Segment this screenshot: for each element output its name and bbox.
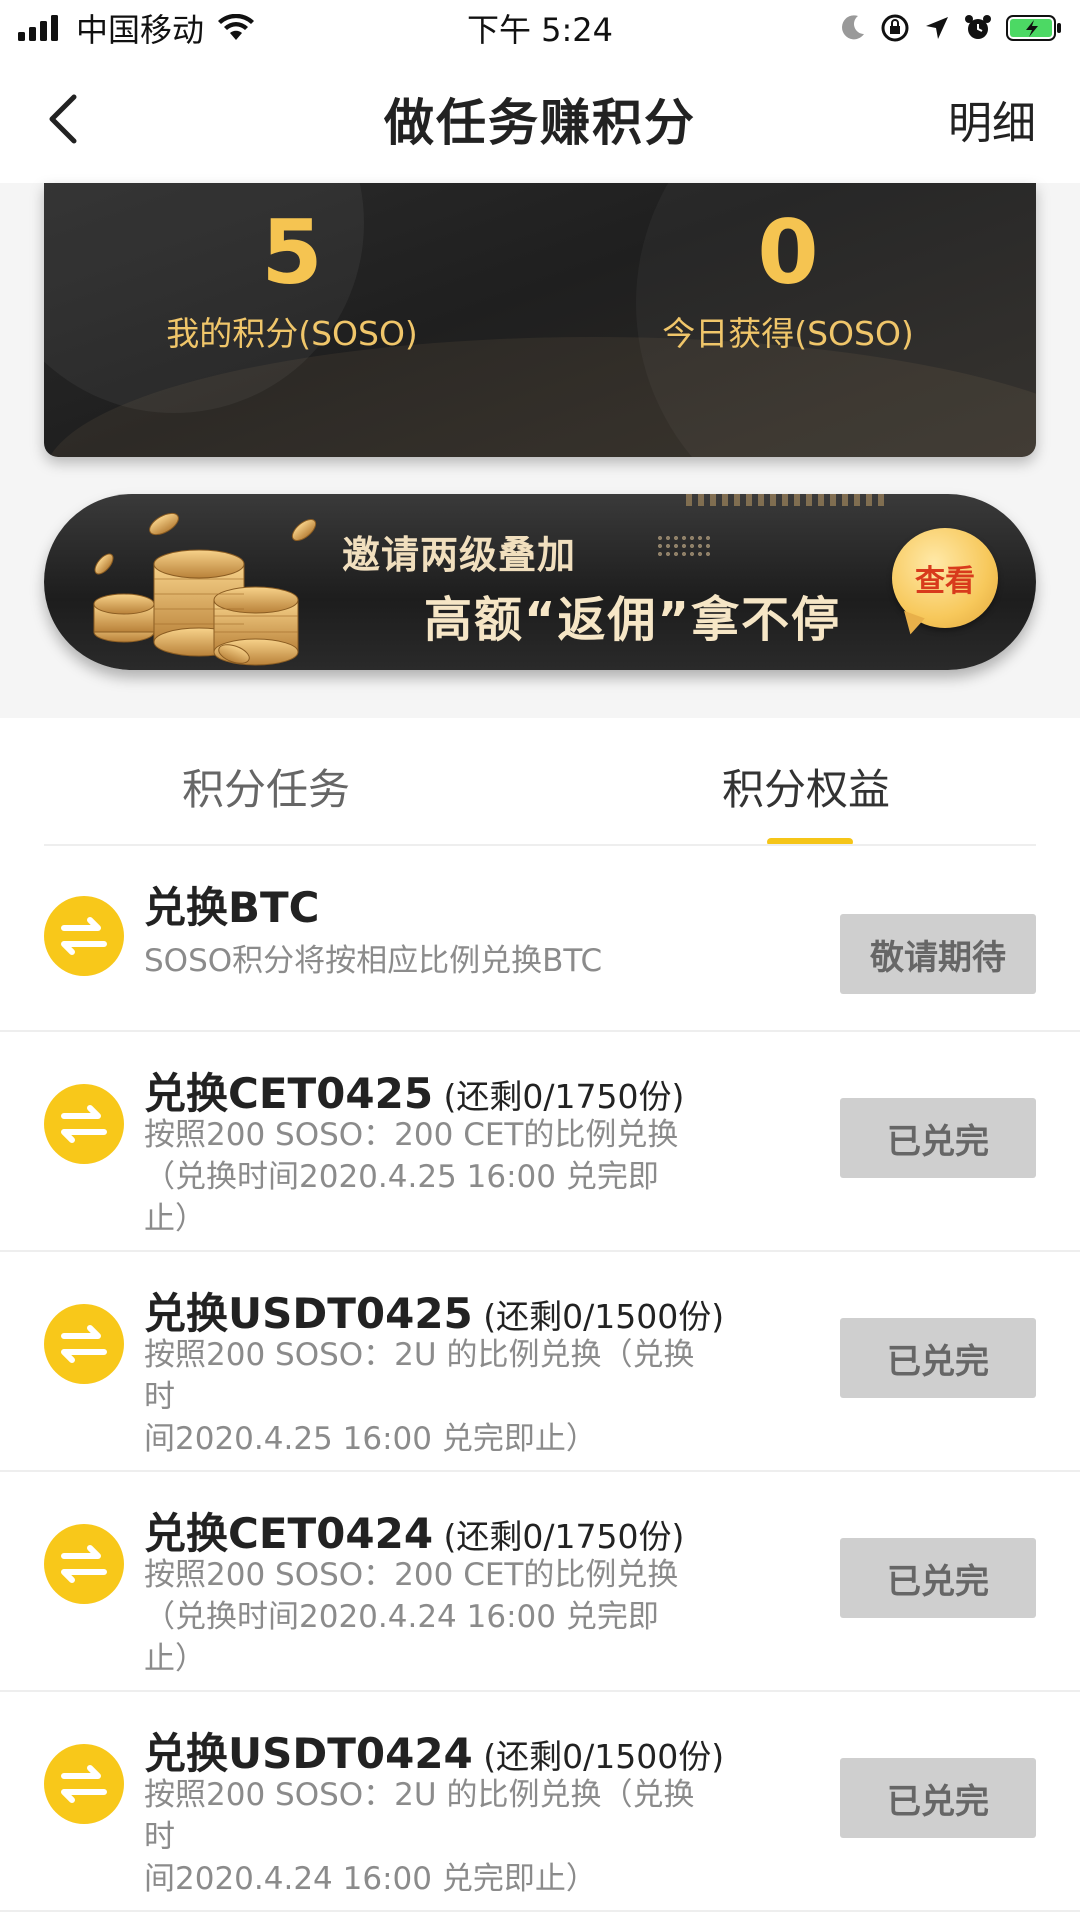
reward-description: 按照200 SOSO：2U 的比例兑换（兑换时 间2020.4.25 16:00…: [144, 1334, 704, 1460]
status-right: [840, 13, 1062, 43]
reward-desc-line: 间2020.4.24 16:00 兑完即止）: [144, 1861, 597, 1897]
my-points-label: 我的积分(SOSO): [166, 314, 418, 353]
reward-desc-line: 按照200 SOSO：2U 的比例兑换（兑换时: [144, 1777, 695, 1855]
swap-arrows-icon: [44, 1524, 124, 1604]
banner-decoration: [656, 534, 710, 556]
reward-name: 兑换BTC: [144, 883, 320, 932]
reward-title: 兑换USDT0424 (还剩0/1500份): [144, 1720, 724, 1781]
reward-desc-line: 按照200 SOSO：200 CET的比例兑换: [144, 1117, 679, 1153]
chevron-left-icon: [49, 94, 77, 144]
reward-desc-line: 按照200 SOSO：2U 的比例兑换（兑换时: [144, 1337, 695, 1415]
sold-out-button[interactable]: 已兑完: [840, 1098, 1036, 1178]
list-item: 兑换USDT0424 (还剩0/1500份) 按照200 SOSO：2U 的比例…: [0, 1692, 1080, 1912]
swap-arrows-icon: [44, 1744, 124, 1824]
today-points-label: 今日获得(SOSO): [662, 314, 914, 353]
reward-desc-line: SOSO积分将按相应比例兑换BTC: [144, 943, 603, 979]
reward-remaining: (还剩0/1750份): [433, 1077, 685, 1116]
reward-name: 兑换USDT0424: [144, 1729, 473, 1778]
page-title: 做任务赚积分: [384, 94, 696, 152]
reward-remaining: (还剩0/1500份): [472, 1737, 725, 1776]
rewards-list: 兑换BTC SOSO积分将按相应比例兑换BTC 敬请期待 兑换CET0425 (…: [0, 846, 1080, 1912]
alarm-icon: [965, 14, 991, 39]
swap-arrows-icon: [44, 1084, 124, 1164]
banner-subheadline: 高额“返佣”拿不停: [424, 592, 842, 648]
swap-arrows-icon: [44, 1304, 124, 1384]
status-bar: 中国移动 下午 5:24: [0, 0, 1080, 55]
detail-link[interactable]: 明细: [948, 87, 1036, 151]
coin-stack-icon: [93, 512, 317, 666]
sold-out-button[interactable]: 已兑完: [840, 1758, 1036, 1838]
swap-arrows-icon: [44, 896, 124, 976]
banner-headline: 邀请两级叠加: [342, 533, 577, 577]
my-points-value: 5: [261, 201, 323, 304]
reward-desc-line: 间2020.4.25 16:00 兑完即止）: [144, 1421, 597, 1457]
moon-icon: [842, 14, 864, 39]
reward-name: 兑换CET0425: [144, 1069, 434, 1118]
navigation-bar: 做任务赚积分 明细: [0, 55, 1080, 183]
carrier-label: 中国移动: [76, 10, 205, 49]
banner-decoration: [686, 494, 886, 506]
battery-icon: [1006, 14, 1061, 41]
coming-soon-button[interactable]: 敬请期待: [840, 914, 1036, 994]
list-item: 兑换USDT0425 (还剩0/1500份) 按照200 SOSO：2U 的比例…: [0, 1252, 1080, 1472]
reward-description: 按照200 SOSO：200 CET的比例兑换 （兑换时间2020.4.25 1…: [144, 1114, 704, 1240]
reward-description: SOSO积分将按相应比例兑换BTC: [144, 940, 704, 982]
tab-bar: 积分任务 积分权益: [0, 718, 1080, 846]
points-card: 5 我的积分(SOSO) 0 今日获得(SOSO): [44, 183, 1036, 457]
list-item: 兑换BTC SOSO积分将按相应比例兑换BTC 敬请期待: [0, 846, 1080, 1032]
my-points: 5 我的积分(SOSO): [44, 203, 540, 355]
reward-desc-line: 按照200 SOSO：200 CET的比例兑换: [144, 1557, 679, 1593]
reward-remaining: (还剩0/1500份): [472, 1297, 725, 1336]
view-button[interactable]: 查看: [892, 528, 998, 628]
tab-points-tasks[interactable]: 积分任务: [182, 756, 350, 817]
screen: 中国移动 下午 5:24 做任务赚积分 明细 5 我的积分(SOSO) 0 今日…: [0, 0, 1080, 1920]
location-icon: [926, 16, 948, 39]
reward-title: 兑换CET0425 (还剩0/1750份): [144, 1060, 684, 1121]
signal-icon: [18, 14, 58, 41]
reward-remaining: (还剩0/1750份): [433, 1517, 685, 1556]
reward-title: 兑换BTC: [144, 874, 320, 935]
reward-description: 按照200 SOSO：2U 的比例兑换（兑换时 间2020.4.24 16:00…: [144, 1774, 704, 1900]
invite-banner[interactable]: 邀请两级叠加 高额“返佣”拿不停 查看: [44, 494, 1036, 670]
list-item: 兑换CET0424 (还剩0/1750份) 按照200 SOSO：200 CET…: [0, 1472, 1080, 1692]
list-item: 兑换CET0425 (还剩0/1750份) 按照200 SOSO：200 CET…: [0, 1032, 1080, 1252]
rotation-lock-icon: [881, 14, 909, 41]
reward-name: 兑换CET0424: [144, 1509, 434, 1558]
wifi-icon: [218, 13, 255, 40]
today-points: 0 今日获得(SOSO): [540, 203, 1036, 355]
reward-description: 按照200 SOSO：200 CET的比例兑换 （兑换时间2020.4.24 1…: [144, 1554, 704, 1680]
reward-name: 兑换USDT0425: [144, 1289, 473, 1338]
today-points-value: 0: [757, 201, 819, 304]
back-button[interactable]: [44, 89, 104, 149]
tab-points-benefits[interactable]: 积分权益: [722, 756, 890, 817]
reward-desc-line: （兑换时间2020.4.25 16:00 兑完即止）: [144, 1159, 659, 1237]
sold-out-button[interactable]: 已兑完: [840, 1538, 1036, 1618]
sold-out-button[interactable]: 已兑完: [840, 1318, 1036, 1398]
status-left: 中国移动: [18, 5, 255, 51]
reward-title: 兑换CET0424 (还剩0/1750份): [144, 1500, 684, 1561]
reward-title: 兑换USDT0425 (还剩0/1500份): [144, 1280, 724, 1341]
reward-desc-line: （兑换时间2020.4.24 16:00 兑完即止）: [144, 1599, 659, 1677]
